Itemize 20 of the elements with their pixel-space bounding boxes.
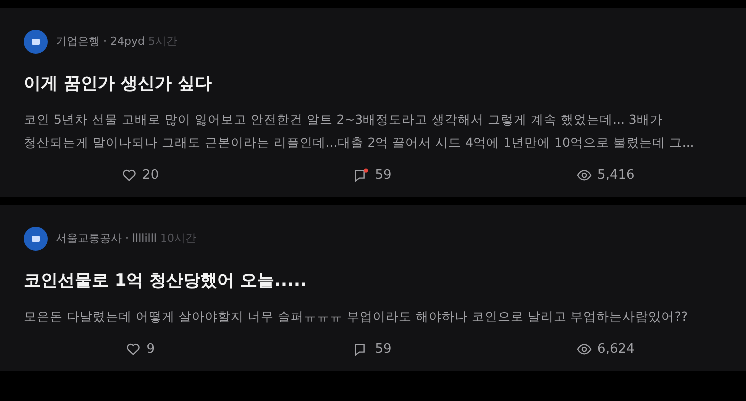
like-button[interactable]: 9	[24, 340, 257, 359]
post-excerpt: 코인 5년차 선물 고배로 많이 잃어보고 안전한건 알트 2~3배정도라고 생각해서 그렇게 계속 했었는데... 3배가 청산되는게 말이나되나 그래도 근본이라는 리플인데...대출 2억 끌어서 시드 4억에 1년만에 10억으로 불렸는데 그...	[24, 110, 696, 152]
eye-icon	[576, 342, 592, 357]
view-count: 5,416	[489, 166, 722, 185]
company-logo-icon	[24, 30, 48, 54]
eye-icon	[576, 168, 592, 183]
post-title[interactable]: 코인선물로 1억 청산당했어 오늘.....	[24, 269, 722, 294]
comment-button[interactable]: 59	[256, 166, 490, 185]
post-title[interactable]: 이게 꿈인가 생신가 싶다	[24, 72, 722, 98]
company-logo-icon	[24, 227, 48, 251]
post-meta: 서울교통공사 · llllilll 10시간	[56, 230, 196, 247]
post-card[interactable]: 서울교통공사 · llllilll 10시간 코인선물로 1억 청산당했어 오늘..... 모은돈 다날렸는데 어떻게 살아야할지 너무 슬퍼ㅠㅠㅠ 부업이라도 해야하나 코인으로 날리고 부업하는사람있어?? 9 59 6,624	[0, 205, 746, 371]
view-count: 6,624	[489, 340, 722, 359]
post-meta: 기업은행 · 24pyd 5시간	[56, 34, 178, 50]
like-button[interactable]: 20	[24, 166, 257, 185]
post-card[interactable]: 기업은행 · 24pyd 5시간 이게 꿈인가 생신가 싶다 코인 5년차 선물 고배로 많이 잃어보고 안전한건 알트 2~3배정도라고 생각해서 그렇게 계속 했었는데... 3배가 청산되는게 말이나되나 그래도 근본이라는 리플인데...대출 2억 끌어서 시드 4억에 1년만에 10억으로 불렸는데 그... 20 59 5,416	[0, 8, 746, 197]
heart-icon	[122, 168, 137, 183]
comment-button[interactable]: 59	[256, 340, 490, 359]
heart-icon	[126, 342, 141, 357]
post-excerpt: 모은돈 다날렸는데 어떻게 살아야할지 너무 슬퍼ㅠㅠㅠ 부업이라도 해야하나 코인으로 날리고 부업하는사람있어??	[24, 308, 690, 326]
